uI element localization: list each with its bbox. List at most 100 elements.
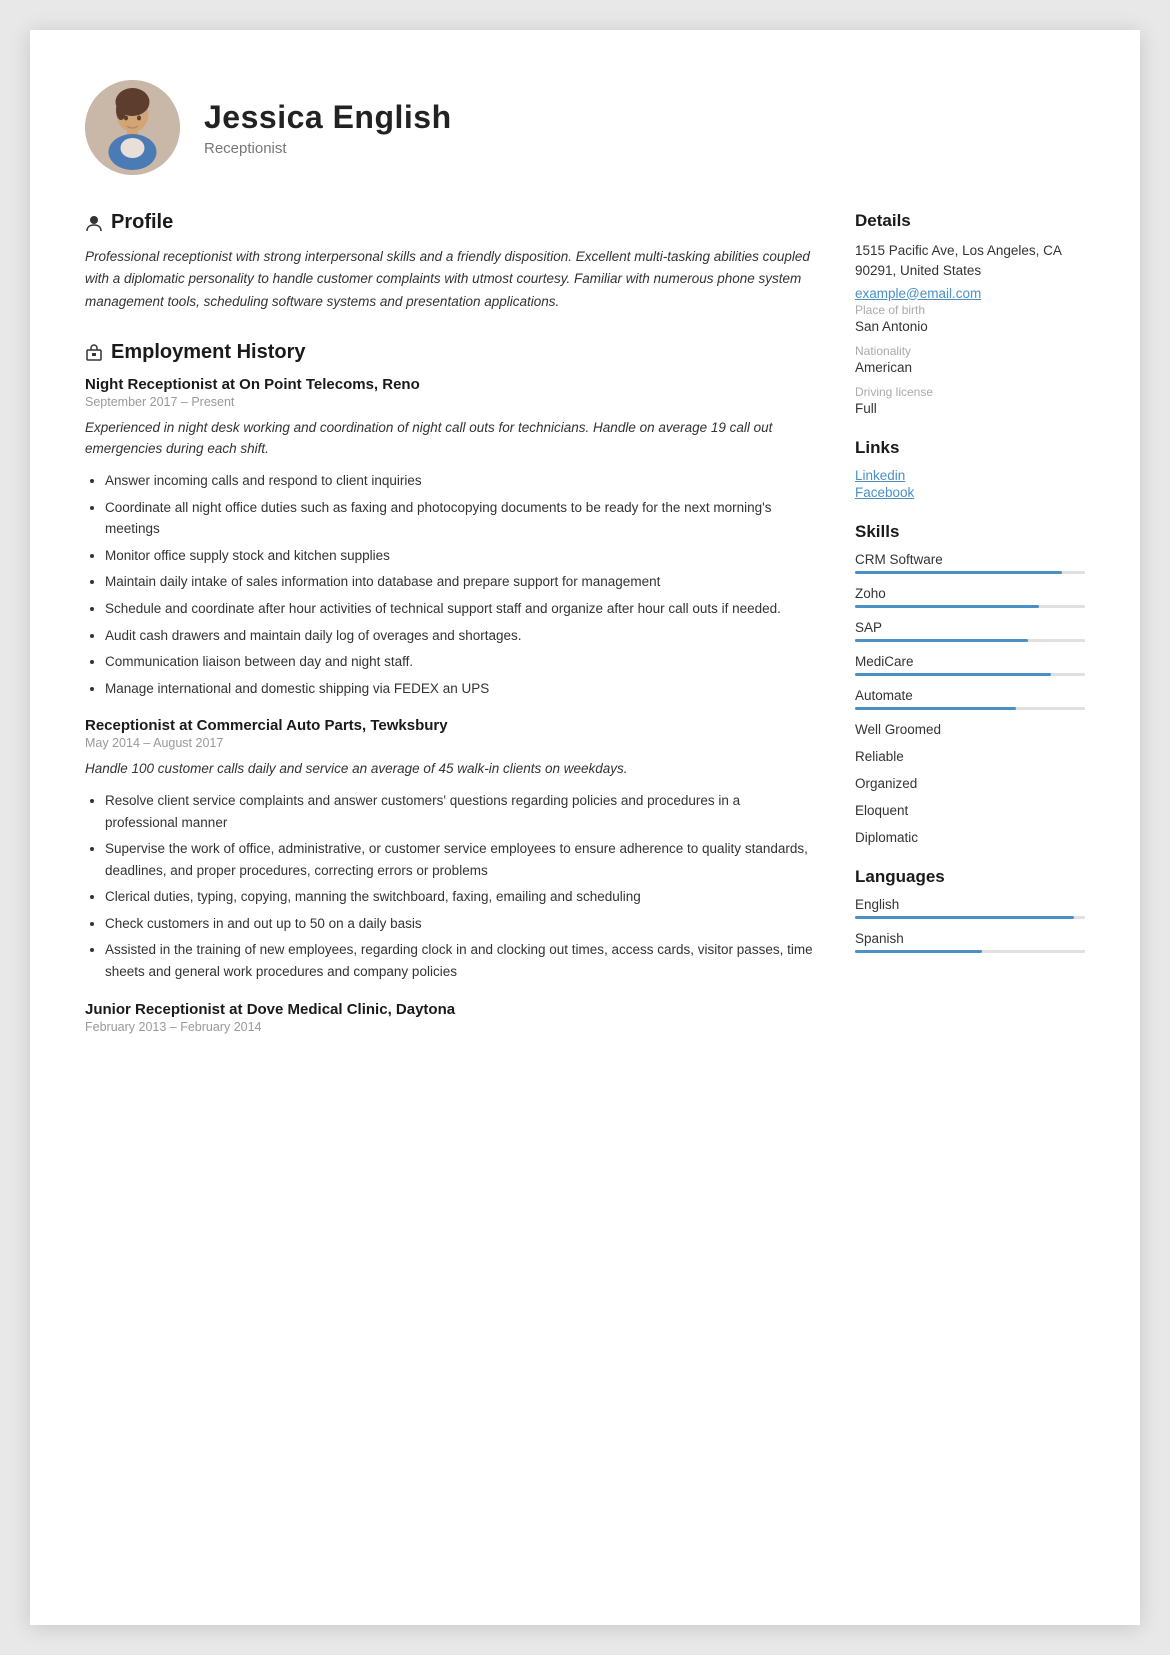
bullet-item: Assisted in the training of new employee… [105, 939, 815, 982]
bullet-item: Communication liaison between day and ni… [105, 651, 815, 673]
job-item: Night Receptionist at On Point Telecoms,… [85, 376, 815, 700]
skill-name: SAP [855, 620, 1085, 635]
job-title: Junior Receptionist at Dove Medical Clin… [85, 1001, 815, 1018]
skill-name: MediCare [855, 654, 1085, 669]
skill-item: Well Groomed [855, 722, 1085, 737]
bullet-item: Check customers in and out up to 50 on a… [105, 913, 815, 935]
driving-license-value: Full [855, 401, 1085, 416]
language-bar-fill [855, 916, 1074, 919]
bullet-item: Supervise the work of office, administra… [105, 838, 815, 881]
bullet-item: Monitor office supply stock and kitchen … [105, 545, 815, 567]
profile-title: Profile [111, 211, 173, 234]
profile-header: Profile [85, 211, 815, 234]
jobs-container: Night Receptionist at On Point Telecoms,… [85, 376, 815, 1034]
languages-section: Languages English Spanish [855, 867, 1085, 953]
bullet-item: Audit cash drawers and maintain daily lo… [105, 625, 815, 647]
person-title: Receptionist [204, 140, 452, 157]
left-column: Profile Professional receptionist with s… [85, 211, 815, 1565]
bullet-item: Manage international and domestic shippi… [105, 678, 815, 700]
job-bullets: Resolve client service complaints and an… [85, 790, 815, 983]
skill-item: SAP [855, 620, 1085, 642]
links-section: Links Linkedin Facebook [855, 438, 1085, 500]
skill-item: CRM Software [855, 552, 1085, 574]
skill-bar-fill [855, 639, 1028, 642]
skill-bar-fill [855, 571, 1062, 574]
employment-icon [85, 343, 103, 361]
job-dates: May 2014 – August 2017 [85, 736, 815, 750]
job-bullets: Answer incoming calls and respond to cli… [85, 470, 815, 699]
bullet-item: Clerical duties, typing, copying, mannin… [105, 886, 815, 908]
resume-page: Jessica English Receptionist Profile Pro… [30, 30, 1140, 1625]
bullet-item: Maintain daily intake of sales informati… [105, 571, 815, 593]
skill-name: Diplomatic [855, 830, 1085, 845]
skill-name: Well Groomed [855, 722, 1085, 737]
employment-title: Employment History [111, 341, 305, 364]
skill-name: Organized [855, 776, 1085, 791]
profile-section: Profile Professional receptionist with s… [85, 211, 815, 313]
job-item: Receptionist at Commercial Auto Parts, T… [85, 717, 815, 982]
job-title: Receptionist at Commercial Auto Parts, T… [85, 717, 815, 734]
skill-item: Automate [855, 688, 1085, 710]
job-item: Junior Receptionist at Dove Medical Clin… [85, 1001, 815, 1034]
employment-header: Employment History [85, 341, 815, 364]
language-name: English [855, 897, 1085, 912]
place-of-birth-label: Place of birth [855, 303, 1085, 317]
skill-item: Zoho [855, 586, 1085, 608]
skills-title: Skills [855, 522, 1085, 542]
languages-title: Languages [855, 867, 1085, 887]
profile-text: Professional receptionist with strong in… [85, 246, 815, 313]
link-item[interactable]: Linkedin [855, 468, 1085, 483]
language-bar-bg [855, 950, 1085, 953]
job-dates: February 2013 – February 2014 [85, 1020, 815, 1034]
links-title: Links [855, 438, 1085, 458]
skill-bar-bg [855, 639, 1085, 642]
avatar [85, 80, 180, 175]
body-layout: Profile Professional receptionist with s… [85, 211, 1085, 1565]
skill-item: MediCare [855, 654, 1085, 676]
skill-name: CRM Software [855, 552, 1085, 567]
resume-header: Jessica English Receptionist [85, 80, 1085, 175]
links-container: Linkedin Facebook [855, 468, 1085, 500]
bullet-item: Schedule and coordinate after hour activ… [105, 598, 815, 620]
skill-bar-fill [855, 673, 1051, 676]
skill-bar-fill [855, 707, 1016, 710]
job-summary: Experienced in night desk working and co… [85, 417, 815, 460]
language-name: Spanish [855, 931, 1085, 946]
language-item: English [855, 897, 1085, 919]
job-title: Night Receptionist at On Point Telecoms,… [85, 376, 815, 393]
bullet-item: Resolve client service complaints and an… [105, 790, 815, 833]
skills-section: Skills CRM Software Zoho SAP MediCare Au… [855, 522, 1085, 845]
details-title: Details [855, 211, 1085, 231]
language-bar-fill [855, 950, 982, 953]
profile-icon [85, 214, 103, 232]
skill-bar-bg [855, 571, 1085, 574]
details-section: Details 1515 Pacific Ave, Los Angeles, C… [855, 211, 1085, 416]
skill-bar-bg [855, 605, 1085, 608]
nationality-label: Nationality [855, 344, 1085, 358]
bullet-item: Coordinate all night office duties such … [105, 497, 815, 540]
language-bar-bg [855, 916, 1085, 919]
detail-email[interactable]: example@email.com [855, 286, 1085, 301]
skill-bar-bg [855, 673, 1085, 676]
languages-container: English Spanish [855, 897, 1085, 953]
job-summary: Handle 100 customer calls daily and serv… [85, 758, 815, 780]
skill-bar-fill [855, 605, 1039, 608]
place-of-birth-value: San Antonio [855, 319, 1085, 334]
skill-name: Eloquent [855, 803, 1085, 818]
skill-item: Diplomatic [855, 830, 1085, 845]
language-item: Spanish [855, 931, 1085, 953]
bullet-item: Answer incoming calls and respond to cli… [105, 470, 815, 492]
person-name: Jessica English [204, 99, 452, 136]
driving-license-label: Driving license [855, 385, 1085, 399]
skill-bar-bg [855, 707, 1085, 710]
skill-item: Reliable [855, 749, 1085, 764]
nationality-value: American [855, 360, 1085, 375]
skill-name: Automate [855, 688, 1085, 703]
skills-container: CRM Software Zoho SAP MediCare Automate [855, 552, 1085, 845]
header-text: Jessica English Receptionist [204, 99, 452, 157]
link-item[interactable]: Facebook [855, 485, 1085, 500]
job-dates: September 2017 – Present [85, 395, 815, 409]
detail-address: 1515 Pacific Ave, Los Angeles, CA 90291,… [855, 241, 1085, 282]
right-column: Details 1515 Pacific Ave, Los Angeles, C… [855, 211, 1085, 1565]
skill-name: Reliable [855, 749, 1085, 764]
